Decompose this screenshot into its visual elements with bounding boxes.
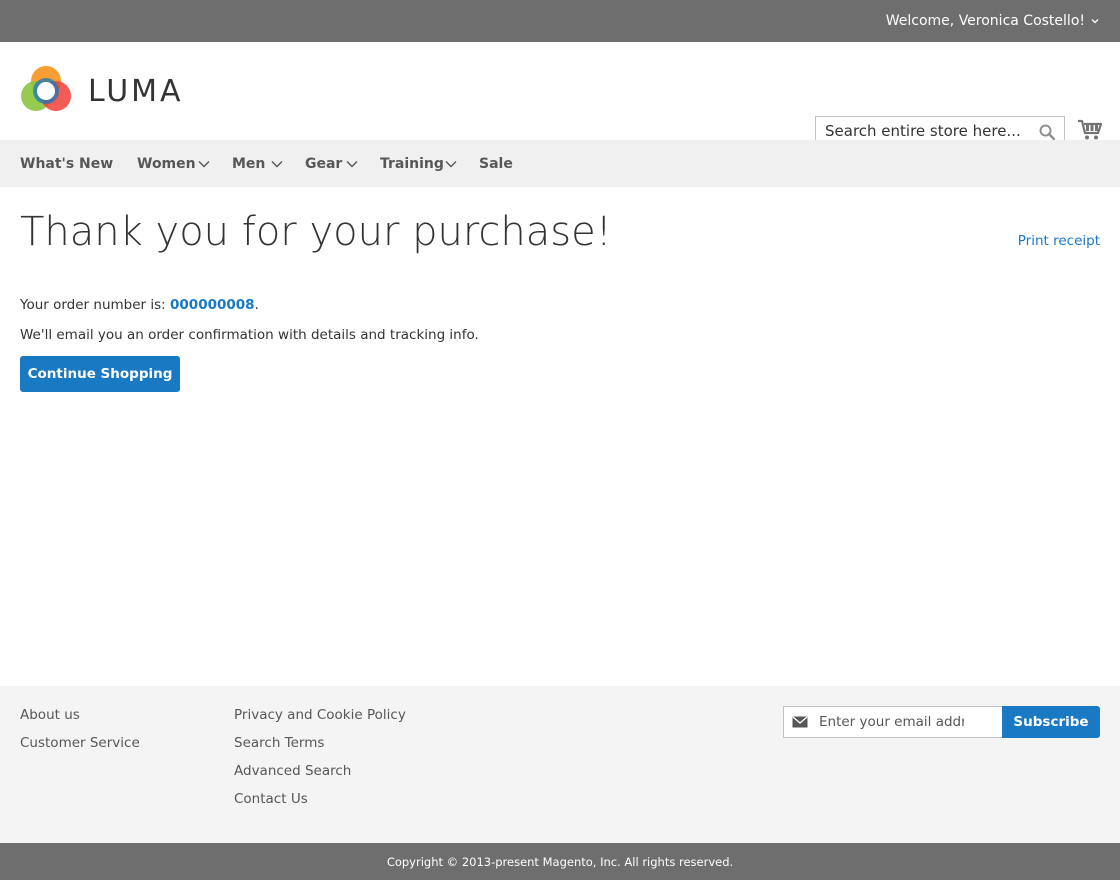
nav-item-label: Men — [232, 155, 266, 172]
nav-item-gear[interactable]: Gear — [305, 140, 342, 187]
newsletter-email-input[interactable] — [784, 707, 964, 737]
newsletter-field — [783, 706, 1003, 738]
search-icon[interactable] — [1038, 123, 1056, 141]
footer-link-privacy[interactable]: Privacy and Cookie Policy — [234, 707, 406, 723]
mail-icon — [792, 716, 808, 728]
cart-icon[interactable] — [1077, 119, 1103, 141]
order-number-link[interactable]: 000000008 — [170, 297, 255, 313]
page-title: Thank you for your purchase! — [20, 209, 612, 255]
store-logo[interactable]: LUMA — [20, 65, 184, 117]
welcome-text: Welcome, Veronica Costello! — [885, 13, 1085, 29]
nav-item-men[interactable]: Men — [232, 140, 265, 187]
nav-item-training[interactable]: Training — [380, 140, 444, 187]
nav-item-label: Sale — [479, 155, 513, 172]
continue-shopping-button[interactable]: Continue Shopping — [20, 356, 180, 392]
chevron-down-icon — [198, 161, 210, 168]
logo-text: LUMA — [88, 73, 184, 109]
nav-item-sale[interactable]: Sale — [479, 140, 513, 187]
subscribe-button[interactable]: Subscribe — [1002, 706, 1100, 738]
order-number-text: Your order number is: 000000008. — [20, 297, 259, 313]
footer-link-search-terms[interactable]: Search Terms — [234, 735, 324, 751]
chevron-down-icon — [271, 161, 283, 168]
nav-item-whats-new[interactable]: What's New — [20, 140, 113, 187]
chevron-down-icon — [445, 161, 457, 168]
nav-item-women[interactable]: Women — [137, 140, 196, 187]
footer-link-advanced-search[interactable]: Advanced Search — [234, 763, 351, 779]
footer: About us Customer Service Privacy and Co… — [0, 686, 1120, 843]
luma-logo-icon — [21, 66, 71, 111]
nav-item-label: Training — [380, 155, 444, 172]
customer-welcome-menu[interactable]: Welcome, Veronica Costello! — [886, 0, 1100, 42]
main-navigation: What's New Women Men Gear Training Sale — [0, 140, 1120, 187]
order-prefix: Your order number is: — [20, 297, 171, 313]
top-panel: Welcome, Veronica Costello! — [0, 0, 1120, 42]
footer-link-about-us[interactable]: About us — [20, 707, 80, 723]
order-suffix: . — [254, 297, 259, 313]
footer-link-contact-us[interactable]: Contact Us — [234, 791, 308, 807]
nav-item-label: Gear — [305, 155, 343, 172]
header: LUMA — [0, 42, 1120, 146]
chevron-down-icon — [346, 161, 358, 168]
email-notice: We'll email you an order confirmation wi… — [20, 327, 479, 343]
chevron-down-icon — [1091, 19, 1099, 24]
nav-item-label: What's New — [20, 155, 114, 172]
copyright-text: Copyright © 2013-present Magento, Inc. A… — [386, 854, 734, 869]
footer-link-customer-service[interactable]: Customer Service — [20, 735, 140, 751]
print-receipt-link[interactable]: Print receipt — [1018, 233, 1100, 249]
nav-item-label: Women — [137, 155, 196, 172]
copyright-bar: Copyright © 2013-present Magento, Inc. A… — [0, 843, 1120, 880]
